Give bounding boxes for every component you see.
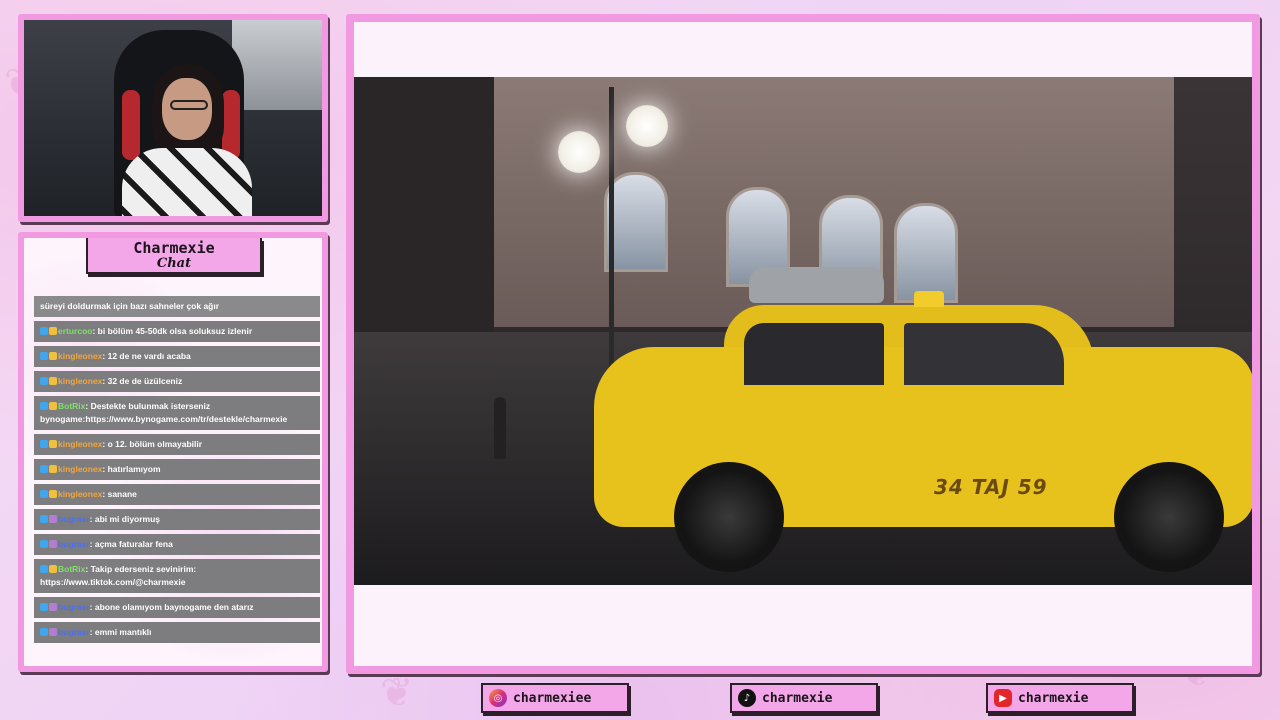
badge-icon [40, 515, 48, 523]
chat-username[interactable]: kingleonex [58, 489, 102, 499]
badge-icon [49, 352, 57, 360]
chat-message: BotRix: Destekte bulunmak isterseniz byn… [34, 396, 320, 430]
badge-icon [49, 377, 57, 385]
badge-icon [49, 402, 57, 410]
chat-message: bugrasr: abi mi diyormuş [34, 509, 320, 530]
chat-message-list[interactable]: süreyi doldurmak için bazı sahneler çok … [34, 296, 320, 647]
chat-username[interactable]: bugrasr [58, 627, 90, 637]
badge-icon [40, 402, 48, 410]
chat-text: : sanane [102, 489, 137, 499]
chat-message: bugrasr: açma faturalar fena [34, 534, 320, 555]
badge-icon [40, 327, 48, 335]
chat-message: bugrasr: abone olamıyom baynogame den at… [34, 597, 320, 618]
badge-icon [49, 515, 57, 523]
badge-icon [49, 540, 57, 548]
chat-text: : abone olamıyom baynogame den atarız [89, 602, 254, 612]
chat-message: süreyi doldurmak için bazı sahneler çok … [34, 296, 320, 317]
badge-icon [40, 465, 48, 473]
chat-title: Charmexie [133, 239, 215, 257]
street-lamp [558, 131, 600, 173]
chat-username[interactable]: kingleonex [58, 376, 102, 386]
chat-text: : o 12. bölüm olmayabilir [102, 439, 203, 449]
badge-icon [49, 628, 57, 636]
tiktok-handle: charmexie [762, 690, 833, 706]
chat-subtitle: Chat [156, 256, 192, 271]
badge-icon [49, 327, 57, 335]
chat-username[interactable]: kingleonex [58, 439, 102, 449]
youtube-handle: charmexie [1018, 690, 1089, 706]
butterfly-decoration-icon: ❦ [380, 670, 414, 716]
chat-body: Charmexie Chat süreyi doldurmak için baz… [24, 238, 322, 666]
video-panel: 34 TAJ 59 [346, 14, 1260, 674]
chat-username[interactable]: bugrasr [58, 514, 90, 524]
badge-icon [40, 603, 48, 611]
tiktok-icon: ♪ [738, 689, 756, 707]
chat-message: kingleonex: o 12. bölüm olmayabilir [34, 434, 320, 455]
chat-message: BotRix: Takip ederseniz sevinirim: https… [34, 559, 320, 593]
chat-text: : hatırlamıyom [102, 464, 161, 474]
chat-message: bugrasr: emmi mantıklı [34, 622, 320, 643]
youtube-icon: ▶ [994, 689, 1012, 707]
chat-text: : emmi mantıklı [89, 627, 152, 637]
badge-icon [49, 490, 57, 498]
chat-username[interactable]: BotRix [58, 401, 85, 411]
webcam-panel [18, 14, 328, 222]
chat-text: süreyi doldurmak için bazı sahneler çok … [40, 301, 220, 311]
chat-message: kingleonex: 32 de de üzülceniz [34, 371, 320, 392]
chat-username[interactable]: bugrasr [58, 602, 90, 612]
chat-text: : 12 de ne vardı acaba [102, 351, 191, 361]
badge-icon [40, 565, 48, 573]
tiktok-link[interactable]: ♪ charmexie [730, 683, 878, 713]
chat-username[interactable]: erturcoo [58, 326, 92, 336]
chat-text: : bi bölüm 45-50dk olsa soluksuz izlenir [92, 326, 253, 336]
badge-icon [49, 465, 57, 473]
badge-icon [40, 440, 48, 448]
badge-icon [40, 352, 48, 360]
chat-username[interactable]: BotRix [58, 564, 85, 574]
street-lamp [626, 105, 668, 147]
taxi-plate: 34 TAJ 59 [934, 475, 1048, 499]
chat-message: kingleonex: 12 de ne vardı acaba [34, 346, 320, 367]
badge-icon [40, 540, 48, 548]
instagram-icon: ◎ [489, 689, 507, 707]
badge-icon [49, 565, 57, 573]
badge-icon [49, 440, 57, 448]
chat-message: kingleonex: hatırlamıyom [34, 459, 320, 480]
instagram-link[interactable]: ◎ charmexiee [481, 683, 629, 713]
chat-header: Charmexie Chat [86, 238, 262, 274]
chat-username[interactable]: bugrasr [58, 539, 90, 549]
chat-message: kingleonex: sanane [34, 484, 320, 505]
webcam-feed [24, 20, 322, 216]
chat-panel: Charmexie Chat süreyi doldurmak için baz… [18, 232, 328, 672]
badge-icon [49, 603, 57, 611]
video-scene[interactable]: 34 TAJ 59 [354, 77, 1252, 585]
chat-username[interactable]: kingleonex [58, 351, 102, 361]
badge-icon [40, 490, 48, 498]
chat-username[interactable]: kingleonex [58, 464, 102, 474]
chat-text: : açma faturalar fena [89, 539, 173, 549]
video-player[interactable]: 34 TAJ 59 [354, 22, 1252, 666]
chat-text: : abi mi diyormuş [89, 514, 161, 524]
badge-icon [40, 628, 48, 636]
youtube-link[interactable]: ▶ charmexie [986, 683, 1134, 713]
badge-icon [40, 377, 48, 385]
instagram-handle: charmexiee [513, 690, 592, 706]
chat-text: : 32 de de üzülceniz [102, 376, 183, 386]
chat-message: erturcoo: bi bölüm 45-50dk olsa soluksuz… [34, 321, 320, 342]
